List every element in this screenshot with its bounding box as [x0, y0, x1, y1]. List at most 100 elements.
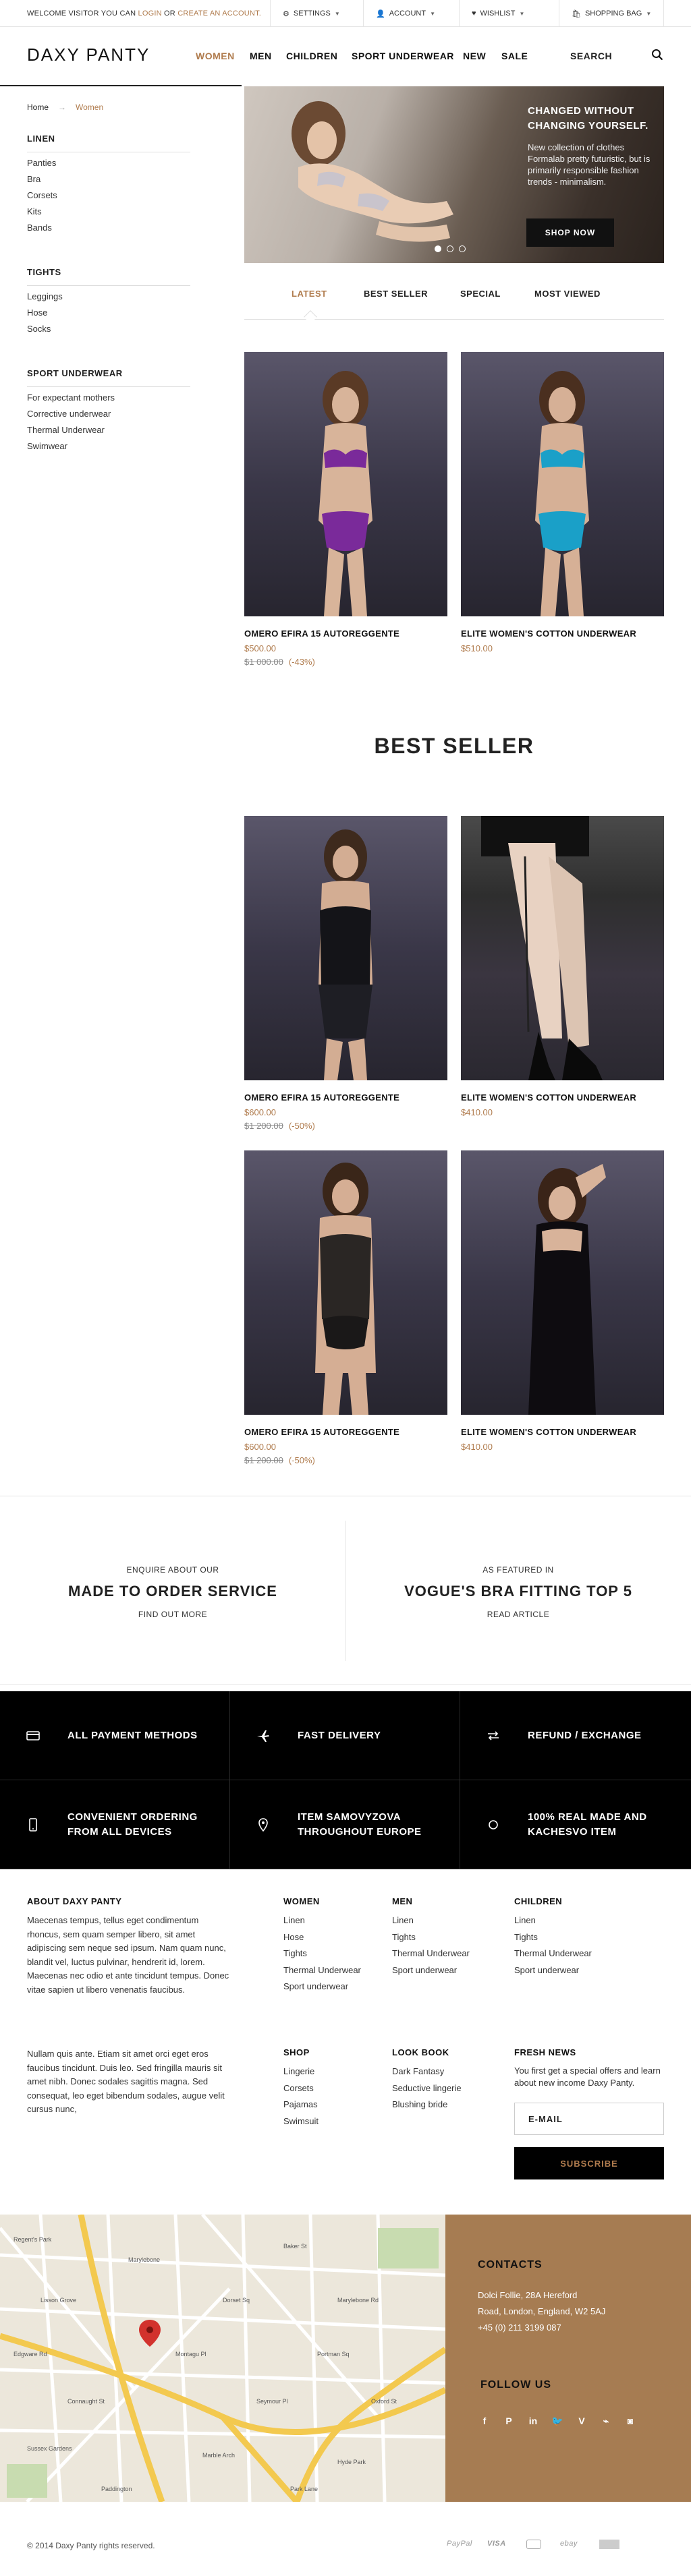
product-name[interactable]: OMERO EFIRA 15 AUTOREGGENTE [244, 1427, 399, 1437]
product-image[interactable] [461, 816, 664, 1080]
promo-vogue: AS FEATURED IN VOGUE'S BRA FITTING TOP 5… [346, 1565, 691, 1619]
arrow-right-icon: → [58, 103, 67, 112]
sidebar-item[interactable]: Corsets [27, 187, 57, 204]
pinterest-icon[interactable]: P [502, 2414, 516, 2428]
active-tab-caret [304, 310, 317, 324]
sidebar-item[interactable]: Panties [27, 155, 57, 171]
slider-dot[interactable] [435, 245, 441, 252]
vimeo-icon[interactable]: V [575, 2414, 588, 2428]
create-account-link[interactable]: CREATE AN ACCOUNT. [177, 9, 261, 18]
footer-link[interactable]: Tights [392, 1929, 470, 1946]
bag-icon: 🛍 [572, 9, 581, 18]
rss-icon[interactable]: ⌁ [599, 2414, 613, 2428]
tab-most-viewed[interactable]: MOST VIEWED [534, 289, 601, 299]
product-image[interactable] [244, 352, 447, 616]
sidebar-item[interactable]: For expectant mothers [27, 390, 115, 406]
sidebar-item[interactable]: Hose [27, 305, 63, 321]
sidebar-item[interactable]: Kits [27, 204, 57, 220]
footer-link[interactable]: Lingerie [283, 2063, 319, 2080]
product-name[interactable]: ELITE WOMEN'S COTTON UNDERWEAR [461, 628, 636, 639]
sidebar-item[interactable]: Bands [27, 220, 57, 236]
shop-now-button[interactable]: SHOP NOW [526, 218, 614, 247]
email-field[interactable]: E-MAIL [514, 2103, 664, 2135]
logo[interactable]: DAXY PANTY [27, 45, 150, 65]
slider-dot[interactable] [447, 245, 453, 252]
footer-about-heading: ABOUT DAXY PANTY [27, 1896, 122, 1906]
footer-link[interactable]: Tights [514, 1929, 592, 1946]
search-icon[interactable] [651, 49, 663, 61]
tab-best-seller[interactable]: BEST SELLER [364, 289, 428, 299]
footer-link[interactable]: Thermal Underwear [283, 1962, 361, 1979]
read-article-link[interactable]: READ ARTICLE [346, 1610, 691, 1619]
find-out-more-link[interactable]: FIND OUT MORE [0, 1610, 346, 1619]
footer-link[interactable]: Linen [283, 1912, 361, 1929]
svg-text:Montagu Pl: Montagu Pl [175, 2351, 206, 2358]
nav-children[interactable]: CHILDREN [286, 51, 337, 61]
promo-made-to-order: ENQUIRE ABOUT OUR MADE TO ORDER SERVICE … [0, 1565, 346, 1619]
settings-menu[interactable]: ⚙ SETTINGS ▼ [270, 0, 340, 27]
heart-icon: ♥ [472, 9, 476, 18]
wishlist-menu[interactable]: ♥ WISHLIST ▼ [459, 0, 524, 27]
card-icon [26, 1731, 40, 1740]
product-price: $510.00 [461, 643, 493, 653]
footer-col-heading: LOOK BOOK [392, 2047, 449, 2057]
sidebar-item[interactable]: Leggings [27, 289, 63, 305]
sidebar-item[interactable]: Socks [27, 321, 63, 337]
footer-link[interactable]: Sport underwear [283, 1979, 361, 1995]
twitter-icon[interactable]: 🐦 [551, 2414, 564, 2428]
shopping-bag-menu[interactable]: 🛍 SHOPPING BAG ▼ [559, 0, 665, 27]
footer-link[interactable]: Linen [514, 1912, 592, 1929]
nav-men[interactable]: MEN [250, 51, 272, 61]
footer-link[interactable]: Hose [283, 1929, 361, 1946]
nav-women[interactable]: WOMEN [196, 51, 235, 61]
nav-sport-underwear[interactable]: SPORT UNDERWEAR [352, 51, 454, 61]
product-name[interactable]: OMERO EFIRA 15 AUTOREGGENTE [244, 1092, 399, 1103]
product-image[interactable] [244, 816, 447, 1080]
footer-link[interactable]: Dark Fantasy [392, 2063, 462, 2080]
subscribe-button[interactable]: SUBSCRIBE [514, 2147, 664, 2179]
footer-link[interactable]: Thermal Underwear [392, 1945, 470, 1962]
account-label: ACCOUNT [389, 9, 426, 18]
footer-link[interactable]: Thermal Underwear [514, 1945, 592, 1962]
sidebar-item[interactable]: Thermal Underwear [27, 422, 115, 438]
breadcrumb-home[interactable]: Home [27, 103, 49, 112]
slider-dots [435, 245, 466, 252]
footer-link[interactable]: Linen [392, 1912, 470, 1929]
product-image[interactable] [244, 1150, 447, 1415]
product-image[interactable] [461, 352, 664, 616]
sidebar-item[interactable]: Bra [27, 171, 57, 187]
nav-new[interactable]: NEW [463, 51, 486, 61]
facebook-icon[interactable]: f [478, 2414, 491, 2428]
tab-special[interactable]: SPECIAL [460, 289, 501, 299]
slider-dot[interactable] [459, 245, 466, 252]
footer-link[interactable]: Seductive lingerie [392, 2080, 462, 2097]
nav-sale[interactable]: SALE [501, 51, 528, 61]
product-name[interactable]: ELITE WOMEN'S COTTON UNDERWEAR [461, 1427, 636, 1437]
sidebar-item[interactable]: Swimwear [27, 438, 115, 455]
product-image[interactable] [461, 1150, 664, 1415]
search-link[interactable]: SEARCH [570, 51, 612, 61]
footer-link[interactable]: Swimsuit [283, 2113, 319, 2130]
location-map[interactable]: Regent's Park Marylebone Baker St Lisson G… [0, 2215, 445, 2502]
chevron-down-icon: ▼ [646, 10, 652, 17]
svg-text:Regent's Park: Regent's Park [13, 2236, 52, 2243]
footer-link[interactable]: Pajamas [283, 2097, 319, 2113]
footer-link[interactable]: Corsets [283, 2080, 319, 2097]
breadcrumb-current: Women [76, 103, 104, 112]
footer-link[interactable]: Blushing bride [392, 2097, 462, 2113]
product-name[interactable]: OMERO EFIRA 15 AUTOREGGENTE [244, 628, 399, 639]
account-menu[interactable]: 👤 ACCOUNT ▼ [363, 0, 435, 27]
linkedin-icon[interactable]: in [526, 2414, 540, 2428]
sidebar-item[interactable]: Corrective underwear [27, 406, 115, 422]
login-link[interactable]: LOGIN [138, 9, 162, 18]
footer-link[interactable]: Tights [283, 1945, 361, 1962]
product-tabs: LATEST BEST SELLER SPECIAL MOST VIEWED [244, 282, 664, 324]
footer-link[interactable]: Sport underwear [514, 1962, 592, 1979]
exchange-icon [488, 1731, 499, 1740]
product-name[interactable]: ELITE WOMEN'S COTTON UNDERWEAR [461, 1092, 636, 1103]
footer-link[interactable]: Sport underwear [392, 1962, 470, 1979]
tab-latest[interactable]: LATEST [292, 289, 327, 299]
instagram-icon[interactable]: ◙ [624, 2414, 637, 2428]
svg-text:Marylebone Rd: Marylebone Rd [337, 2297, 379, 2304]
feature-text: ALL PAYMENT METHODS [67, 1729, 198, 1741]
